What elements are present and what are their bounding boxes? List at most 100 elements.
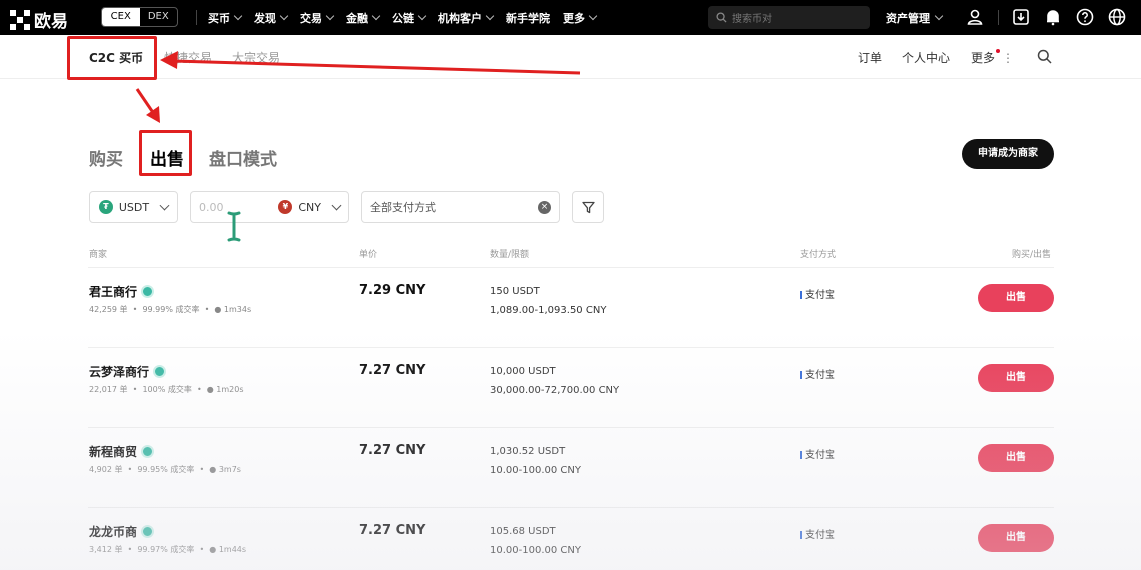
nav-item-3[interactable]: 金融 [346, 10, 381, 26]
orders-link[interactable]: 订单 [858, 49, 882, 66]
unit-price: 7.27 CNY [359, 523, 426, 538]
avg-time: 3m7s [218, 465, 241, 474]
c2c-subheader: C2C 买币 快捷交易 大宗交易 订单 个人中心 更多 ⋮ [0, 35, 1141, 79]
tab-buy[interactable]: 购买 [89, 145, 123, 170]
clear-icon[interactable]: × [538, 200, 551, 214]
merchant-name-text: 云梦泽商行 [89, 365, 150, 379]
tab-block-trade[interactable]: 大宗交易 [232, 49, 280, 66]
nav-item-5[interactable]: 机构客户 [438, 10, 495, 26]
payment-method: 支付宝 [800, 286, 835, 301]
col-header-merchant: 商家 [89, 250, 108, 260]
completion-rate: 100% 成交率 [142, 385, 192, 394]
search-input[interactable]: 搜索币对 [708, 6, 870, 29]
clock-icon: ● [206, 385, 214, 394]
merchant-name[interactable]: 君王商行 [89, 283, 155, 300]
merchant-name[interactable]: 云梦泽商行 [89, 363, 167, 380]
merchant-name-text: 龙龙币商 [89, 525, 138, 539]
usdt-icon: ₮ [99, 200, 113, 214]
available-quantity: 105.68 USDT [490, 526, 556, 537]
search-placeholder: 搜索币对 [732, 14, 772, 25]
payment-method-select[interactable]: 全部支付方式 × [361, 191, 560, 223]
col-header-payment: 支付方式 [800, 250, 837, 260]
order-count: 3,412 单 [89, 545, 123, 554]
cex-dex-switch[interactable]: CEX DEX [101, 7, 178, 27]
tab-orderbook-mode[interactable]: 盘口模式 [209, 145, 277, 170]
avg-time: 1m34s [223, 305, 252, 314]
verified-badge-icon [141, 445, 155, 458]
okx-logo[interactable]: 欧易 [10, 7, 68, 32]
dex-toggle[interactable]: DEX [140, 8, 178, 26]
nav-item-label: 更多 [563, 11, 585, 25]
nav-item-4[interactable]: 公链 [392, 10, 427, 26]
nav-item-7[interactable]: 更多 [563, 10, 598, 26]
nav-item-6[interactable]: 新手学院 [506, 10, 550, 26]
clock-icon: ● [209, 465, 217, 474]
nav-item-2[interactable]: 交易 [300, 10, 335, 26]
coin-select-value: USDT [118, 200, 150, 214]
order-limit: 1,089.00-1,093.50 CNY [490, 305, 607, 316]
personal-center-link[interactable]: 个人中心 [902, 49, 950, 66]
merchant-name-text: 君王商行 [89, 285, 138, 299]
chevron-down-icon [588, 11, 598, 21]
sell-button[interactable]: 出售 [978, 524, 1054, 552]
payment-method-value: 全部支付方式 [370, 201, 436, 214]
user-icon[interactable] [966, 8, 984, 26]
currency-select-value[interactable]: CNY [298, 201, 321, 214]
annotation-box-sell [139, 130, 192, 176]
completion-rate: 99.95% 成交率 [137, 465, 195, 474]
filter-button[interactable] [572, 191, 604, 223]
more-menu[interactable]: 更多 ⋮ [971, 49, 1014, 66]
top-navbar: 欧易 CEX DEX 买币 发现 交易 金融 公链 机构客户 新手学院 更多 搜索币对 资产管… [0, 0, 1141, 35]
row-divider [88, 427, 1054, 428]
row-divider [88, 507, 1054, 508]
asset-management-menu[interactable]: 资产管理 [886, 0, 944, 35]
globe-icon[interactable] [1108, 8, 1126, 26]
unit-price: 7.27 CNY [359, 363, 426, 378]
nav-item-1[interactable]: 发现 [254, 10, 289, 26]
apply-merchant-button[interactable]: 申请成为商家 [962, 139, 1054, 169]
row-divider [88, 347, 1054, 348]
available-quantity: 150 USDT [490, 286, 540, 297]
col-header-action: 购买/出售 [1012, 250, 1052, 260]
coin-select[interactable]: ₮ USDT [89, 191, 178, 223]
order-limit: 30,000.00-72,700.00 CNY [490, 385, 620, 396]
merchant-name[interactable]: 龙龙币商 [89, 523, 155, 540]
nav-item-0[interactable]: 买币 [208, 10, 243, 26]
chevron-down-icon [417, 11, 427, 21]
sell-button[interactable]: 出售 [978, 364, 1054, 392]
tab-quick-trade[interactable]: 快捷交易 [164, 49, 212, 66]
quantity-limit: 105.68 USDT 10.00-100.00 CNY [490, 522, 581, 560]
nav-item-label: 买币 [208, 11, 230, 25]
sell-button[interactable]: 出售 [978, 284, 1054, 312]
avg-time: 1m20s [216, 385, 244, 394]
download-icon[interactable] [1012, 8, 1030, 26]
chevron-down-icon [279, 11, 289, 21]
col-header-quantity: 数量/限额 [490, 250, 530, 260]
unit-price: 7.27 CNY [359, 443, 426, 458]
sell-button[interactable]: 出售 [978, 444, 1054, 472]
amount-input[interactable]: 0.00 ¥ CNY [190, 191, 349, 223]
search-icon[interactable] [1037, 49, 1052, 64]
bell-icon[interactable] [1044, 8, 1062, 26]
order-count: 22,017 单 [89, 385, 128, 394]
chevron-down-icon [331, 200, 342, 210]
cex-toggle[interactable]: CEX [102, 8, 140, 26]
asset-management-label: 资产管理 [886, 11, 930, 25]
unit-price: 7.29 CNY [359, 283, 426, 298]
annotation-arrow-down [135, 88, 156, 115]
merchant-stats: 22,017 单 • 100% 成交率 • ● 1m20s [89, 385, 244, 394]
merchant-stats: 42,259 单 • 99.99% 成交率 • ● 1m34s [89, 305, 252, 314]
nav-item-label: 机构客户 [438, 11, 482, 25]
merchant-name[interactable]: 新程商贸 [89, 443, 155, 460]
nav-item-label: 金融 [346, 11, 368, 25]
payment-method: 支付宝 [800, 446, 835, 461]
available-quantity: 10,000 USDT [490, 366, 556, 377]
order-limit: 10.00-100.00 CNY [490, 465, 581, 476]
available-quantity: 1,030.52 USDT [490, 446, 566, 457]
toolbar-divider [998, 10, 999, 25]
chevron-down-icon [485, 11, 495, 21]
help-icon[interactable] [1076, 8, 1094, 26]
chevron-down-icon [233, 11, 243, 21]
nav-item-label: 新手学院 [506, 11, 550, 25]
clock-icon: ● [209, 545, 217, 554]
